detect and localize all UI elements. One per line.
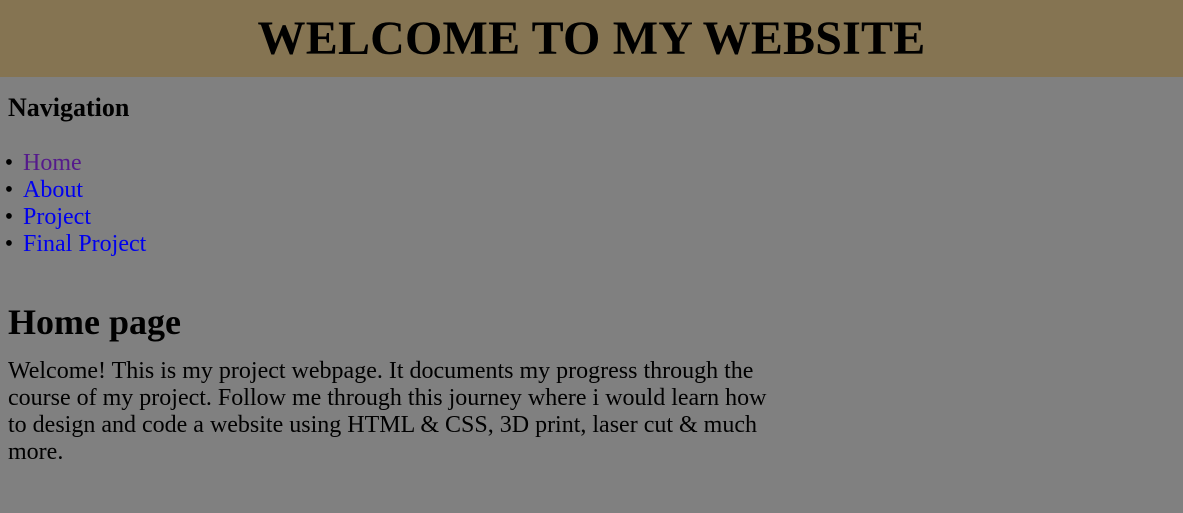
navigation-list: • Home • About • Project • Final Project (5, 150, 1175, 258)
nav-item-home: • Home (5, 150, 1175, 177)
site-header: WELCOME TO MY WEBSITE (0, 0, 1183, 77)
nav-link-final-project[interactable]: Final Project (23, 231, 146, 257)
page-content: Navigation • Home • About • Project • Fi… (0, 93, 1183, 466)
bullet-icon: • (4, 177, 14, 203)
nav-link-about[interactable]: About (23, 177, 83, 203)
bullet-icon: • (4, 150, 14, 176)
intro-paragraph: Welcome! This is my project webpage. It … (8, 358, 767, 465)
nav-link-home[interactable]: Home (23, 150, 82, 176)
nav-item-final-project: • Final Project (5, 231, 1175, 258)
page-title: Home page (8, 302, 181, 342)
site-title: WELCOME TO MY WEBSITE (257, 11, 926, 65)
bullet-icon: • (4, 231, 14, 257)
navigation-heading: Navigation (8, 93, 130, 122)
nav-link-project[interactable]: Project (23, 204, 91, 230)
bullet-icon: • (4, 204, 14, 230)
nav-item-project: • Project (5, 204, 1175, 231)
nav-item-about: • About (5, 177, 1175, 204)
